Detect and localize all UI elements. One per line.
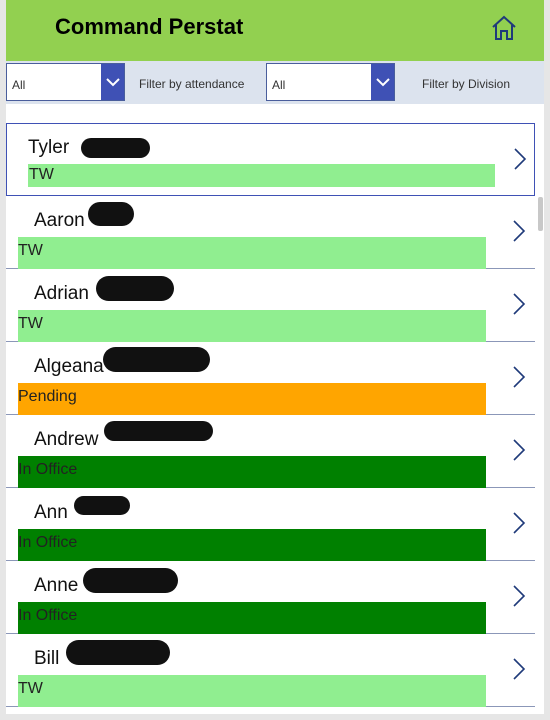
person-name: Bill: [34, 648, 60, 669]
status-bar: TW: [18, 675, 486, 707]
redaction-mark: [81, 138, 150, 158]
status-bar: In Office: [18, 602, 486, 634]
status-bar: TW: [18, 237, 486, 269]
division-dropdown-value: All: [272, 78, 286, 92]
chevron-down-icon[interactable]: [371, 64, 394, 100]
chevron-right-icon[interactable]: [511, 583, 527, 609]
app-title: Command Perstat: [55, 14, 244, 39]
app-screen: Command Perstat All Filter by attendance…: [6, 0, 544, 714]
attendance-dropdown[interactable]: All: [6, 63, 125, 101]
chevron-right-icon[interactable]: [511, 510, 527, 536]
person-name: Aaron: [34, 210, 85, 231]
division-filter-label: Filter by Division: [422, 77, 511, 91]
person-name: Anne: [34, 575, 79, 596]
attendance-dropdown-value: All: [12, 78, 26, 92]
filter-bar: All Filter by attendance All Filter by D…: [6, 61, 544, 104]
list-item[interactable]: Aaron TW: [6, 196, 535, 269]
status-bar: TW: [18, 310, 486, 342]
home-button[interactable]: [490, 14, 518, 42]
redaction-mark: [83, 568, 178, 593]
person-name: Ann: [34, 502, 68, 523]
redaction-mark: [96, 276, 174, 301]
chevron-down-icon[interactable]: [101, 64, 124, 100]
person-name: Adrian: [34, 283, 89, 304]
redaction-mark: [66, 640, 170, 665]
personnel-list[interactable]: Tyler TW Aaron TW Adrian TW Algeana Pend…: [6, 121, 544, 714]
chevron-right-icon[interactable]: [511, 218, 527, 244]
status-bar: Pending: [18, 383, 486, 415]
redaction-mark: [103, 347, 210, 372]
chevron-right-icon[interactable]: [511, 364, 527, 390]
division-dropdown[interactable]: All: [266, 63, 395, 101]
chevron-right-icon[interactable]: [511, 291, 527, 317]
person-name: Tyler: [28, 137, 70, 158]
list-item[interactable]: Adrian TW: [6, 269, 535, 342]
scrollbar-thumb[interactable]: [538, 197, 543, 231]
chevron-right-icon[interactable]: [511, 656, 527, 682]
home-icon: [492, 15, 516, 40]
person-name: Andrew: [34, 429, 99, 450]
list-item[interactable]: Tyler TW: [6, 123, 535, 196]
status-bar: In Office: [18, 529, 486, 561]
redaction-mark: [88, 202, 134, 226]
status-bar: In Office: [18, 456, 486, 488]
status-bar: TW: [28, 164, 495, 187]
list-item[interactable]: Andrew In Office: [6, 415, 535, 488]
app-header: Command Perstat: [6, 0, 544, 61]
list-item[interactable]: Algeana Pending: [6, 342, 535, 415]
redaction-mark: [104, 421, 213, 441]
chevron-right-icon[interactable]: [512, 146, 528, 172]
redaction-mark: [74, 496, 130, 515]
person-name: Algeana: [34, 356, 104, 377]
chevron-right-icon[interactable]: [511, 437, 527, 463]
attendance-filter-label: Filter by attendance: [139, 77, 245, 91]
